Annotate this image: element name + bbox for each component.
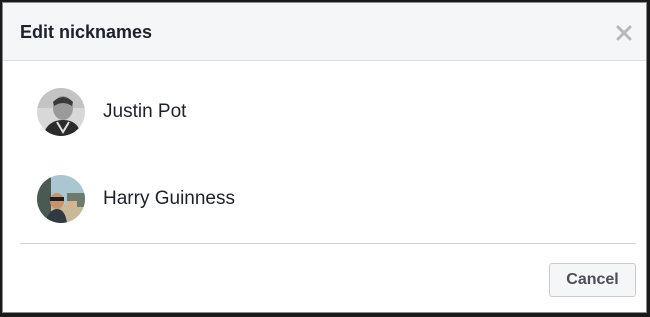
list-item-justin-pot[interactable]: Justin Pot — [37, 87, 186, 137]
avatar — [37, 88, 85, 136]
dialog-header: Edit nicknames — [3, 3, 646, 61]
dialog-title: Edit nicknames — [20, 22, 153, 42]
cancel-button[interactable]: Cancel — [549, 263, 636, 297]
avatar — [37, 175, 85, 223]
list-item-harry-guinness[interactable]: Harry Guinness — [37, 174, 235, 224]
person-name: Justin Pot — [103, 101, 187, 122]
close-icon — [616, 25, 632, 41]
person-name: Harry Guinness — [103, 188, 235, 209]
edit-nicknames-dialog: Edit nicknames Justin Pot Harry Guinness… — [2, 2, 647, 313]
close-button[interactable] — [614, 23, 634, 43]
footer-divider — [20, 243, 636, 244]
